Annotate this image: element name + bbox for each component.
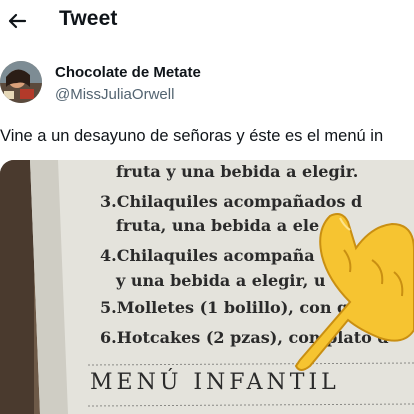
top-bar: Tweet	[0, 0, 414, 44]
page-title: Tweet	[59, 7, 118, 30]
arrow-left-icon	[8, 13, 27, 29]
pointing-hand-emoji	[294, 213, 414, 371]
tweet-image[interactable]: fruta y una bebida a elegir. 3.Chilaquil…	[0, 160, 414, 414]
author-name[interactable]: Chocolate de Metate	[55, 64, 201, 81]
author-handle[interactable]: @MissJuliaOrwell	[55, 86, 174, 103]
avatar[interactable]	[0, 61, 42, 103]
tweet-author: Chocolate de Metate @MissJuliaOrwell	[0, 58, 414, 110]
profile-photo	[0, 61, 42, 103]
tweet-text: Vine a un desayuno de señoras y éste es …	[0, 127, 384, 145]
back-button[interactable]	[6, 10, 28, 32]
